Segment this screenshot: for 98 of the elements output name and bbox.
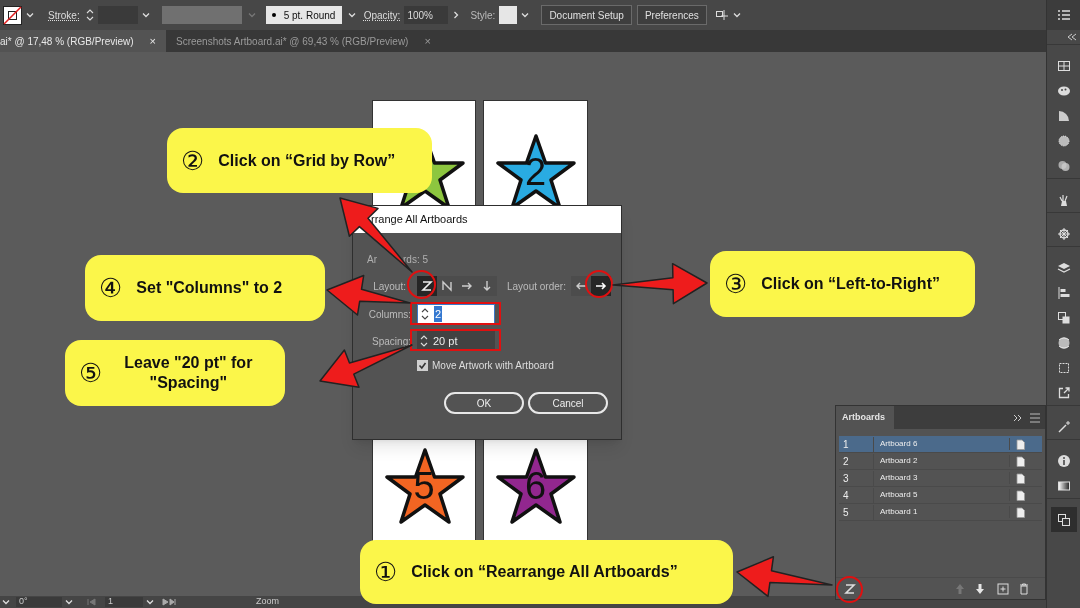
zoom-label: Zoom [256, 595, 279, 608]
document-tab[interactable]: ai* @ 17,48 % (RGB/Preview) × [0, 30, 166, 52]
menu-icon[interactable] [1056, 9, 1071, 21]
callout-text: Click on “Grid by Row” [218, 150, 396, 171]
gradient-swatch-icon[interactable] [1056, 478, 1071, 493]
arrange-icon[interactable] [714, 8, 729, 22]
highlight-ring [585, 270, 613, 298]
star-number: 2 [523, 153, 548, 191]
last-page-icon[interactable] [162, 598, 176, 606]
document-icon[interactable] [1016, 455, 1025, 467]
gradient-icon[interactable] [1056, 108, 1071, 123]
callout-text: Leave "20 pt" for "Spacing" [123, 353, 254, 393]
columns-value: 2 [434, 305, 443, 323]
row-name: Artboard 5 [874, 489, 1010, 501]
row-index: 3 [839, 470, 874, 486]
artboard-row[interactable]: 1 Artboard 6 [839, 436, 1042, 453]
check-icon [418, 360, 427, 370]
step-number: ① [374, 559, 398, 585]
layout-option[interactable] [591, 276, 611, 296]
artboard-row[interactable]: 2 Artboard 2 [839, 453, 1042, 470]
step-number: ② [181, 147, 205, 174]
step-number: ⑤ [79, 360, 103, 386]
down-arrow-icon[interactable] [975, 582, 985, 595]
rotation-field[interactable]: 0° [16, 597, 62, 607]
style-label: Style: [470, 8, 496, 23]
frame-icon[interactable] [1056, 360, 1071, 375]
star-number: 6 [523, 467, 548, 505]
layout-label: Layout: [372, 279, 406, 294]
layout-option[interactable] [417, 276, 437, 296]
document-icon[interactable] [1016, 438, 1025, 450]
wand-icon[interactable] [1056, 419, 1071, 434]
document-icon[interactable] [1016, 506, 1025, 518]
step-number: ④ [99, 275, 123, 301]
add-artboard-icon[interactable] [997, 582, 1009, 595]
circles-icon[interactable] [1056, 158, 1071, 173]
panel-tab[interactable]: Artboards [836, 406, 894, 429]
callout-text: Set "Columns" to 2 [136, 278, 283, 298]
checkbox-label: Move Artwork with Artboard [432, 358, 554, 373]
profile-field[interactable] [161, 6, 242, 24]
menu-icon[interactable] [1029, 412, 1041, 423]
layers-icon[interactable] [1056, 260, 1071, 275]
artboard-row[interactable]: 4 Artboard 5 [839, 487, 1042, 504]
callout-text: Click on “Left-to-Right” [761, 274, 940, 294]
row-name: Artboard 2 [874, 455, 1010, 467]
trash-icon[interactable] [1019, 582, 1029, 595]
dialog-button[interactable]: Cancel [528, 392, 608, 414]
close-tab-button[interactable]: × [149, 32, 156, 50]
columns-label: Columns: [367, 307, 411, 322]
stroke-swatch[interactable] [3, 5, 22, 25]
columns-field[interactable]: 2 [417, 304, 495, 324]
dialog-button[interactable]: OK [444, 392, 524, 414]
rearrange-icon[interactable] [843, 581, 857, 596]
dialog-title: rrange All Artboards [353, 206, 621, 233]
row-name: Artboard 6 [874, 438, 1010, 450]
tab-label: Screenshots Artboard.ai* @ 69,43 % (RGB/Preview) [175, 34, 409, 49]
tab-label: ai* @ 17,48 % (RGB/Preview) [0, 34, 134, 49]
artboard-row[interactable]: 3 Artboard 3 [839, 470, 1042, 487]
squares-icon[interactable] [1056, 310, 1071, 325]
brush-field[interactable]: 5 pt. Round [265, 6, 342, 24]
stroke-label: Stroke: [48, 8, 80, 23]
row-name: Artboard 3 [874, 472, 1010, 484]
opacity-field[interactable]: 100% [404, 6, 449, 24]
opacity-label: Opacity: [363, 8, 401, 23]
artboard-row[interactable]: 5 Artboard 1 [839, 504, 1042, 521]
step-number: ③ [724, 271, 748, 297]
style-swatch[interactable] [499, 6, 518, 24]
align-icon[interactable] [1056, 285, 1071, 300]
info-icon[interactable] [1056, 453, 1071, 468]
row-index: 2 [839, 453, 874, 469]
circle-icon[interactable] [1056, 133, 1071, 148]
spacing-value: 20 pt [433, 333, 458, 349]
spinner-icon[interactable] [421, 307, 429, 321]
row-index: 5 [839, 504, 874, 520]
star-number: 5 [412, 467, 436, 505]
callout-text: Click on “Rearrange All Artboards” [411, 562, 678, 582]
spacing-field[interactable]: 20 pt [417, 331, 495, 351]
document-icon[interactable] [1016, 472, 1025, 484]
grid-icon[interactable] [1056, 58, 1071, 73]
layout-order-label: Layout order: [507, 279, 567, 294]
wheel-icon[interactable] [1056, 226, 1071, 241]
toolbar-button[interactable]: Preferences [636, 5, 707, 25]
row-index: 1 [839, 436, 874, 452]
checkbox[interactable] [417, 359, 428, 371]
toolbar-button[interactable]: Document Setup [541, 5, 632, 25]
document-icon[interactable] [1016, 489, 1025, 501]
close-tab-button[interactable]: × [424, 32, 431, 50]
artboards-icon[interactable] [1056, 512, 1071, 527]
double-chevron-icon[interactable] [1013, 413, 1023, 422]
artboard-count: Ar [367, 252, 377, 267]
chevron-right-icon[interactable] [452, 11, 461, 19]
spacing-label: Spacing: [371, 334, 411, 349]
row-name: Artboard 1 [874, 506, 1010, 518]
artboard-count: rds: 5 [403, 252, 428, 267]
export-icon[interactable] [1056, 385, 1071, 400]
row-index: 4 [839, 487, 874, 503]
page-field[interactable]: 1 [105, 597, 143, 607]
highlight-ring [836, 576, 863, 603]
collapse-icon[interactable] [1067, 33, 1077, 41]
